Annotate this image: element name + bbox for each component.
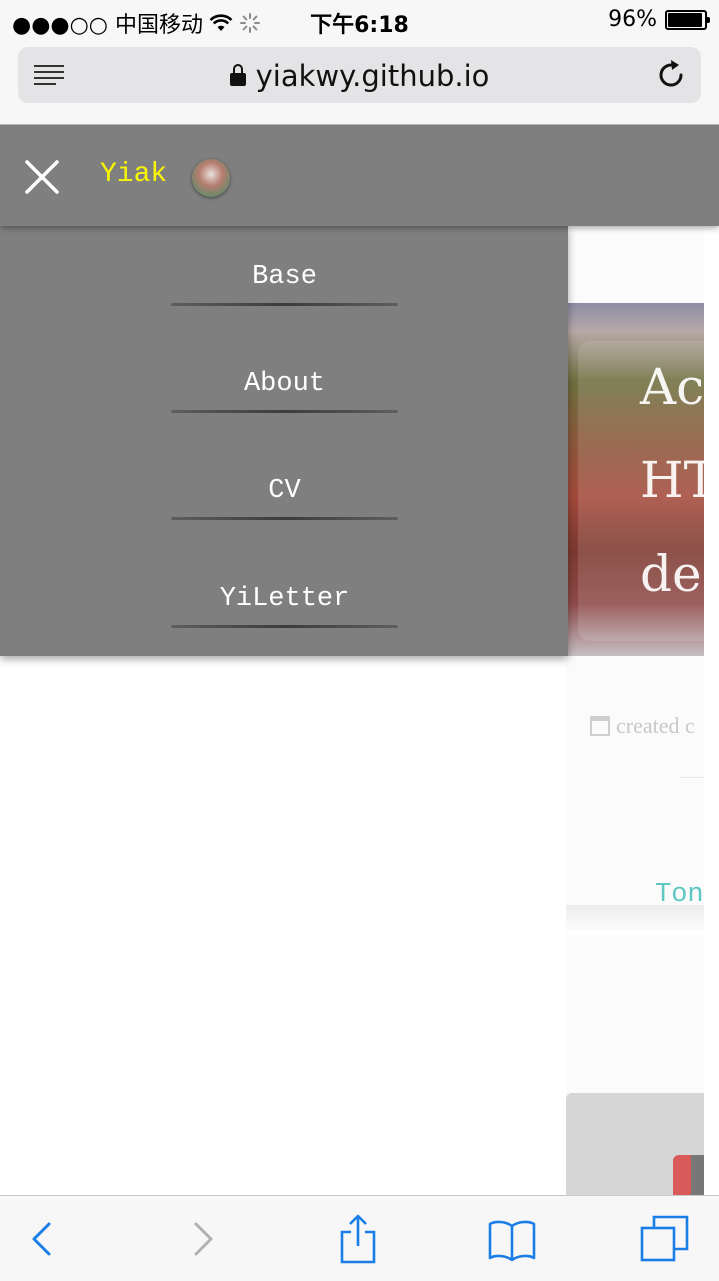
hero-text-line: Ac — [640, 358, 704, 416]
menu-item-base[interactable]: Base — [171, 257, 398, 306]
divider — [680, 777, 704, 778]
next-card[interactable] — [566, 1093, 704, 1195]
menu-underline — [171, 517, 398, 520]
tabs-icon[interactable] — [640, 1214, 690, 1264]
url-display[interactable]: yiakwy.github.io — [18, 59, 701, 93]
section-shadow — [566, 905, 704, 935]
menu-underline — [171, 625, 398, 628]
lock-icon — [229, 64, 246, 86]
tag-badge — [691, 1155, 704, 1195]
menu-underline — [171, 410, 398, 413]
forward-icon[interactable] — [178, 1214, 228, 1264]
menu-item-label: CV — [268, 476, 301, 506]
battery-percent: 96% — [608, 7, 657, 32]
browser-header: yiakwy.github.io — [0, 40, 719, 125]
menu-item-yiletter[interactable]: YiLetter — [171, 579, 398, 628]
browser-toolbar — [0, 1195, 719, 1281]
menu-item-about[interactable]: About — [171, 364, 398, 413]
site-brand[interactable]: Yiak — [100, 159, 167, 190]
post-meta: created c — [590, 713, 695, 739]
post-card — [566, 125, 704, 1195]
menu-item-label: About — [243, 369, 325, 399]
hero-text-line: de — [640, 545, 702, 603]
menu-underline — [171, 303, 398, 306]
bookmarks-icon[interactable] — [487, 1214, 537, 1264]
battery-icon — [665, 9, 710, 30]
hero-image[interactable]: Ac HT de — [568, 303, 704, 656]
reload-icon[interactable] — [657, 59, 687, 91]
url-text: yiakwy.github.io — [255, 59, 490, 93]
nav-drawer: Base About CV YiLetter — [0, 226, 568, 656]
share-icon[interactable] — [333, 1214, 383, 1264]
menu-item-label: Base — [252, 262, 317, 292]
address-bar[interactable]: yiakwy.github.io — [18, 47, 701, 103]
back-icon[interactable] — [17, 1214, 67, 1264]
hero-text-line: HT — [640, 451, 704, 509]
status-right: 96% — [608, 7, 710, 32]
close-icon[interactable] — [22, 157, 62, 197]
web-page: Ac HT de created c Ton Yiak Base About C… — [0, 125, 719, 1195]
tag-badge — [673, 1155, 691, 1195]
avatar[interactable] — [192, 159, 230, 197]
post-date: created c — [616, 713, 695, 738]
site-navbar: Yiak — [0, 125, 719, 226]
calendar-icon — [590, 715, 610, 736]
menu-item-cv[interactable]: CV — [171, 471, 398, 520]
status-bar: ●●●○○ 中国移动 下午6:18 96% — [0, 0, 719, 40]
menu-item-label: YiLetter — [219, 584, 350, 614]
